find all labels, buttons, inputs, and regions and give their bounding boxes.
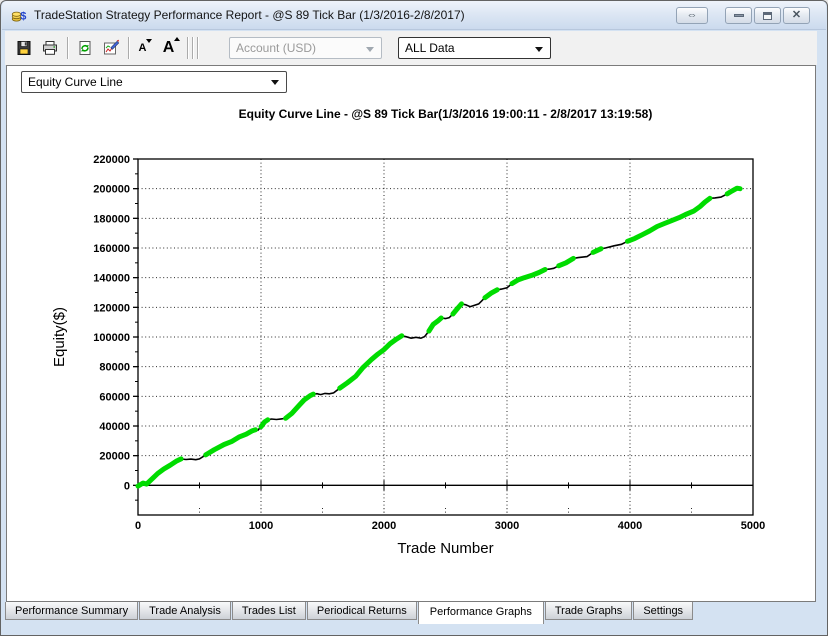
- save-icon: [17, 41, 31, 55]
- chevron-down-icon: [366, 47, 374, 52]
- print-button[interactable]: [37, 35, 63, 61]
- svg-text:160000: 160000: [93, 243, 130, 255]
- decrease-font-icon: A: [139, 39, 154, 54]
- save-button[interactable]: [11, 35, 37, 61]
- svg-text:4000: 4000: [618, 520, 642, 532]
- tab-trade-graphs[interactable]: Trade Graphs: [544, 602, 633, 620]
- toolbar-separator: [67, 37, 68, 59]
- svg-text:0: 0: [135, 520, 141, 532]
- increase-font-button[interactable]: A: [159, 35, 185, 61]
- svg-text:3000: 3000: [495, 520, 519, 532]
- svg-text:40000: 40000: [99, 421, 130, 433]
- interval-selector-value: ALL Data: [405, 41, 455, 55]
- svg-text:140000: 140000: [93, 273, 130, 285]
- print-icon: [43, 41, 57, 55]
- expand-icon: ⇔: [686, 9, 698, 21]
- svg-text:100000: 100000: [93, 332, 130, 344]
- window: $ TradeStation Strategy Performance Repo…: [0, 0, 828, 636]
- toolbar-separator: [187, 37, 188, 59]
- minimize-button[interactable]: [725, 7, 752, 24]
- close-button[interactable]: ✕: [783, 7, 810, 24]
- graph-type-selector[interactable]: Equity Curve Line: [21, 71, 287, 93]
- svg-text:Equity($): Equity($): [51, 307, 68, 367]
- close-icon: ✕: [791, 9, 802, 21]
- chevron-down-icon: [271, 80, 279, 85]
- svg-text:200000: 200000: [93, 184, 130, 196]
- tab-trades-list[interactable]: Trades List: [231, 602, 306, 620]
- tab-settings[interactable]: Settings: [633, 602, 694, 620]
- svg-text:Trade Number: Trade Number: [397, 540, 493, 557]
- graph-type-selector-value: Equity Curve Line: [28, 75, 123, 89]
- toolbar-separator: [128, 37, 129, 59]
- chevron-down-icon: [535, 47, 543, 52]
- expand-window-button[interactable]: ⇔: [676, 7, 708, 24]
- svg-text:2000: 2000: [372, 520, 396, 532]
- decrease-font-button[interactable]: A: [133, 35, 159, 61]
- svg-text:0: 0: [124, 480, 130, 492]
- restore-icon: [763, 11, 772, 20]
- svg-text:120000: 120000: [93, 302, 130, 314]
- svg-text:20000: 20000: [99, 451, 130, 463]
- svg-text:220000: 220000: [93, 154, 130, 166]
- toolbar: A A Account (USD) ALL Data: [5, 31, 817, 65]
- svg-text:80000: 80000: [99, 362, 130, 374]
- refresh-button[interactable]: [72, 35, 98, 61]
- coins-dollar-icon: $: [11, 11, 26, 23]
- minimize-icon: [733, 14, 744, 17]
- svg-text:5000: 5000: [741, 520, 765, 532]
- format-icon: [104, 39, 120, 55]
- tab-performance-summary[interactable]: Performance Summary: [5, 602, 139, 620]
- refresh-icon: [79, 41, 91, 55]
- toolbar-separator: [192, 37, 193, 59]
- title-bar[interactable]: $ TradeStation Strategy Performance Repo…: [2, 1, 826, 30]
- window-controls: ⇔ ✕: [676, 7, 810, 24]
- svg-text:1000: 1000: [249, 520, 273, 532]
- interval-selector[interactable]: ALL Data: [398, 37, 551, 59]
- tab-performance-graphs[interactable]: Performance Graphs: [417, 602, 544, 624]
- account-selector[interactable]: Account (USD): [229, 37, 382, 59]
- tab-periodical-returns[interactable]: Periodical Returns: [306, 602, 417, 620]
- tab-trade-analysis[interactable]: Trade Analysis: [139, 602, 231, 620]
- increase-font-icon: A: [163, 37, 182, 57]
- restore-button[interactable]: [754, 7, 781, 24]
- svg-text:$: $: [20, 11, 26, 23]
- tab-bar: Performance Summary Trade Analysis Trades …: [5, 602, 817, 626]
- content-area: 0 20000 40000 60000 80000 100000 120000 140000 1…: [6, 65, 816, 602]
- svg-text:60000: 60000: [99, 391, 130, 403]
- format-button[interactable]: [98, 35, 124, 61]
- svg-text:Equity Curve Line - @S 89 Tick: Equity Curve Line - @S 89 Tick Bar(1/3/2…: [239, 107, 653, 121]
- svg-text:180000: 180000: [93, 213, 130, 225]
- window-title: TradeStation Strategy Performance Report…: [34, 8, 465, 22]
- equity-curve-chart: 0200004000060000800001000001200001400001…: [51, 107, 765, 557]
- account-selector-value: Account (USD): [236, 41, 317, 55]
- toolbar-separator: [197, 37, 198, 59]
